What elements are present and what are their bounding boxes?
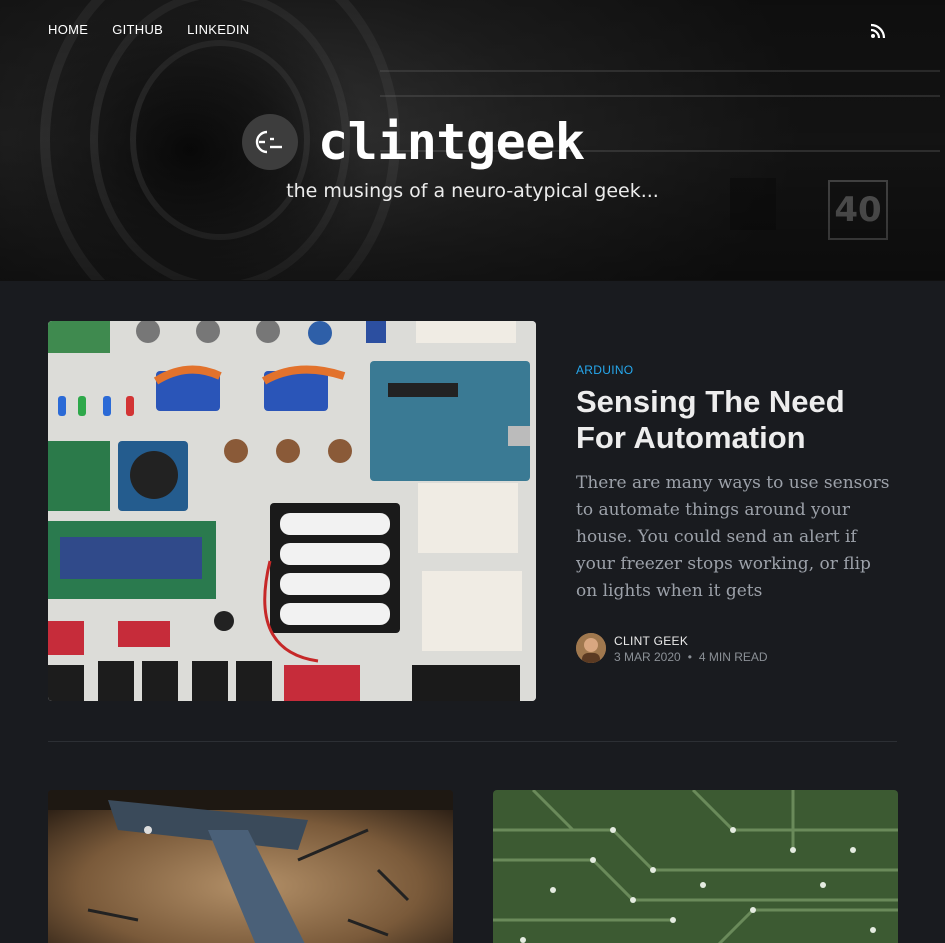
main-nav: HOME GITHUB LINKEDIN [48,22,250,37]
post-card-image-hammer[interactable] [48,790,453,943]
post-tag[interactable]: ARDUINO [576,363,633,377]
nav-home[interactable]: HOME [48,22,88,37]
post-meta: 3 MAR 2020 • 4 MIN READ [614,650,768,664]
post-divider [48,741,897,742]
site-name: clintgeek [318,113,585,171]
site-logo[interactable]: clintgeek [242,113,585,171]
site-header: 40 HOME GITHUB LINKEDIN clintgeek the mu… [0,0,945,281]
read-time: 4 MIN READ [698,650,768,664]
post-card-image-circuit[interactable] [493,790,898,943]
nav-github[interactable]: GITHUB [112,22,163,37]
author-avatar[interactable] [576,633,606,663]
logo-face-icon [242,114,298,170]
post-title[interactable]: Sensing The Need For Automation [576,384,896,456]
meta-separator: • [687,650,692,664]
author-name[interactable]: CLINT GEEK [614,634,688,648]
post-excerpt[interactable]: There are many ways to use sensors to au… [576,470,896,605]
site-tagline: the musings of a neuro-atypical geek... [286,180,659,202]
featured-post-image[interactable] [48,321,536,701]
rss-icon[interactable] [870,23,886,39]
post-date: 3 MAR 2020 [614,650,681,664]
nav-linkedin[interactable]: LINKEDIN [187,22,249,37]
